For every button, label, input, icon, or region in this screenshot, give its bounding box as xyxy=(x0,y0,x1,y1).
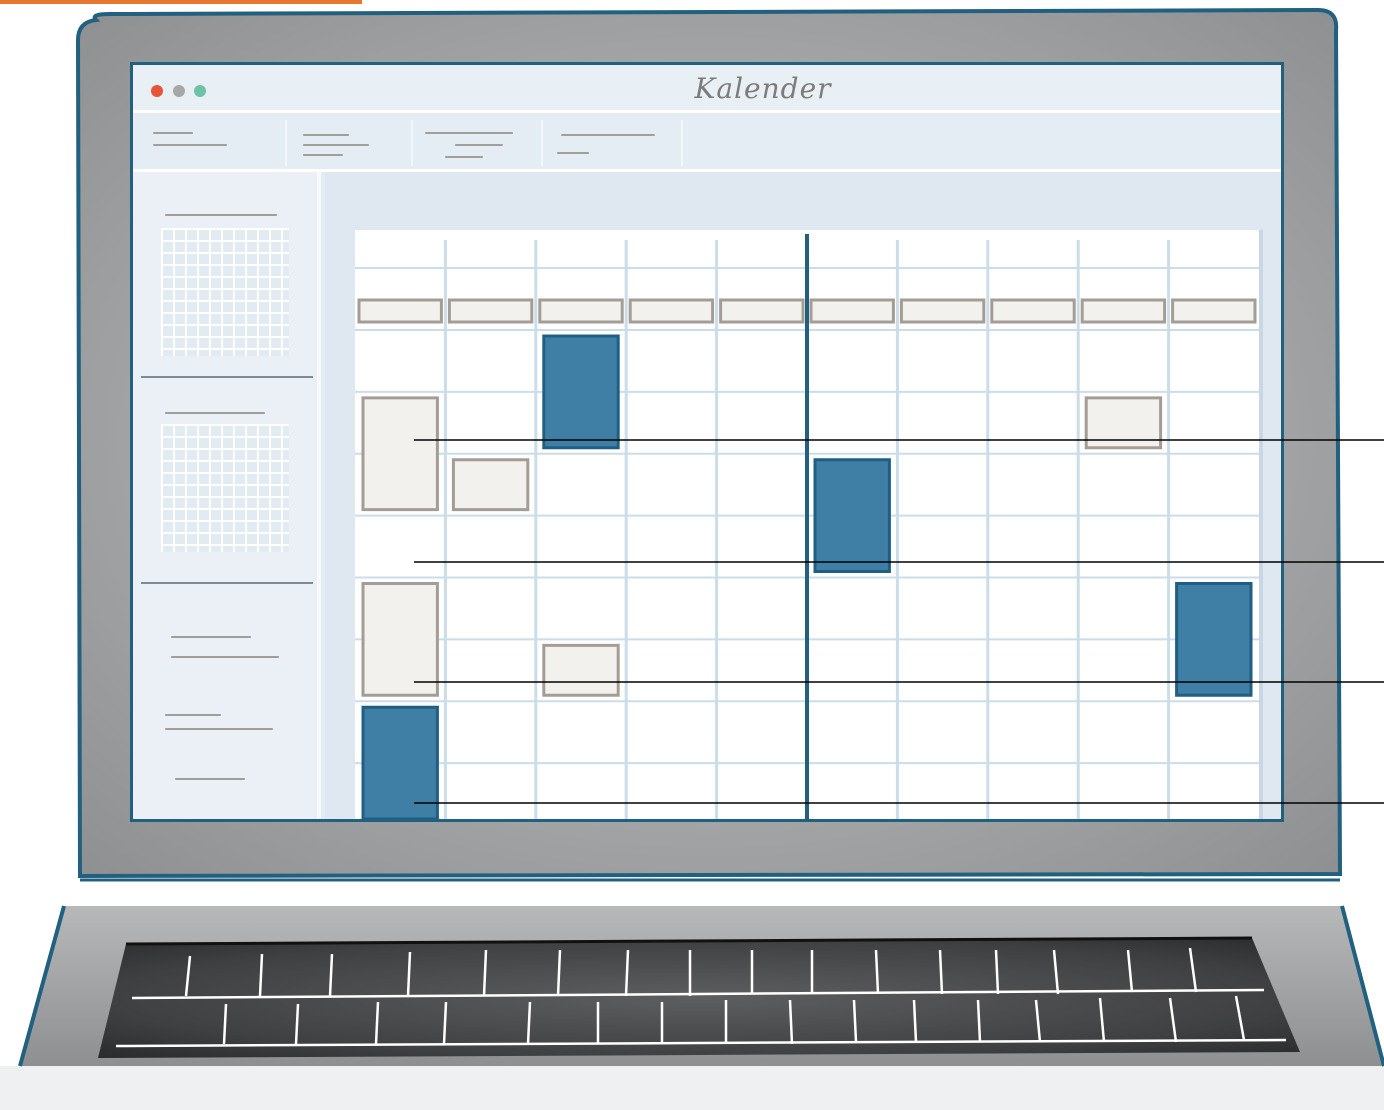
mini-calendar-month-2[interactable] xyxy=(161,424,289,552)
day-header-cell[interactable] xyxy=(538,298,624,324)
day-header-cell[interactable] xyxy=(1080,298,1167,324)
day-header-cell[interactable] xyxy=(628,298,715,324)
sidebar-placeholder-line xyxy=(171,656,279,658)
sidebar-placeholder-line xyxy=(165,214,277,216)
day-header-cell[interactable] xyxy=(719,298,805,324)
calendar-event-gray[interactable] xyxy=(542,643,620,697)
toolbar-placeholder-line xyxy=(561,134,655,136)
calendar-event-blue[interactable] xyxy=(813,458,891,573)
sidebar-placeholder-line xyxy=(165,728,273,730)
sidebar-placeholder-line xyxy=(171,636,251,638)
sidebar xyxy=(133,172,321,819)
toolbar-placeholder-line xyxy=(303,134,349,136)
toolbar-placeholder-line xyxy=(153,132,193,134)
mini-calendar-month-1[interactable] xyxy=(161,228,289,356)
minimize-icon[interactable] xyxy=(173,85,185,97)
window-title: Kalender xyxy=(694,72,832,105)
day-header-cell[interactable] xyxy=(809,298,895,324)
day-header-cell[interactable] xyxy=(447,298,534,324)
day-header-cell[interactable] xyxy=(1171,298,1257,324)
day-header-cell[interactable] xyxy=(990,298,1076,324)
toolbar xyxy=(133,116,1281,172)
calendar-event-gray[interactable] xyxy=(451,458,530,512)
day-header-cell[interactable] xyxy=(357,298,443,324)
toolbar-group-4[interactable] xyxy=(541,120,683,166)
toolbar-group-1[interactable] xyxy=(133,120,287,166)
calendar-event-gray[interactable] xyxy=(1084,396,1163,450)
calendar-event-blue[interactable] xyxy=(542,334,620,450)
toolbar-placeholder-line xyxy=(153,144,227,146)
week-calendar-grid[interactable] xyxy=(355,230,1259,822)
sidebar-divider xyxy=(141,376,313,378)
day-header-cell[interactable] xyxy=(899,298,986,324)
sidebar-placeholder-line xyxy=(175,778,245,780)
close-icon[interactable] xyxy=(151,85,163,97)
toolbar-group-3[interactable] xyxy=(411,120,543,166)
toolbar-placeholder-line xyxy=(303,154,343,156)
maximize-icon[interactable] xyxy=(194,85,206,97)
main-area xyxy=(325,172,1281,822)
toolbar-placeholder-line xyxy=(557,152,589,154)
calendar-event-gray[interactable] xyxy=(361,582,439,697)
calendar-app-window: Kalender xyxy=(130,62,1284,822)
toolbar-placeholder-line xyxy=(445,156,483,158)
sidebar-divider xyxy=(141,582,313,584)
sidebar-placeholder-line xyxy=(165,412,265,414)
toolbar-placeholder-line xyxy=(455,144,503,146)
calendar-event-blue[interactable] xyxy=(1175,582,1253,697)
toolbar-placeholder-line xyxy=(425,132,513,134)
toolbar-placeholder-line xyxy=(303,144,369,146)
sidebar-placeholder-line xyxy=(165,714,221,716)
toolbar-group-2[interactable] xyxy=(285,120,413,166)
calendar-grid-card xyxy=(355,230,1263,822)
title-bar: Kalender xyxy=(133,65,1281,113)
illustration: Kalender xyxy=(0,0,1384,1110)
calendar-event-blue[interactable] xyxy=(361,705,439,819)
calendar-event-gray[interactable] xyxy=(361,396,439,512)
